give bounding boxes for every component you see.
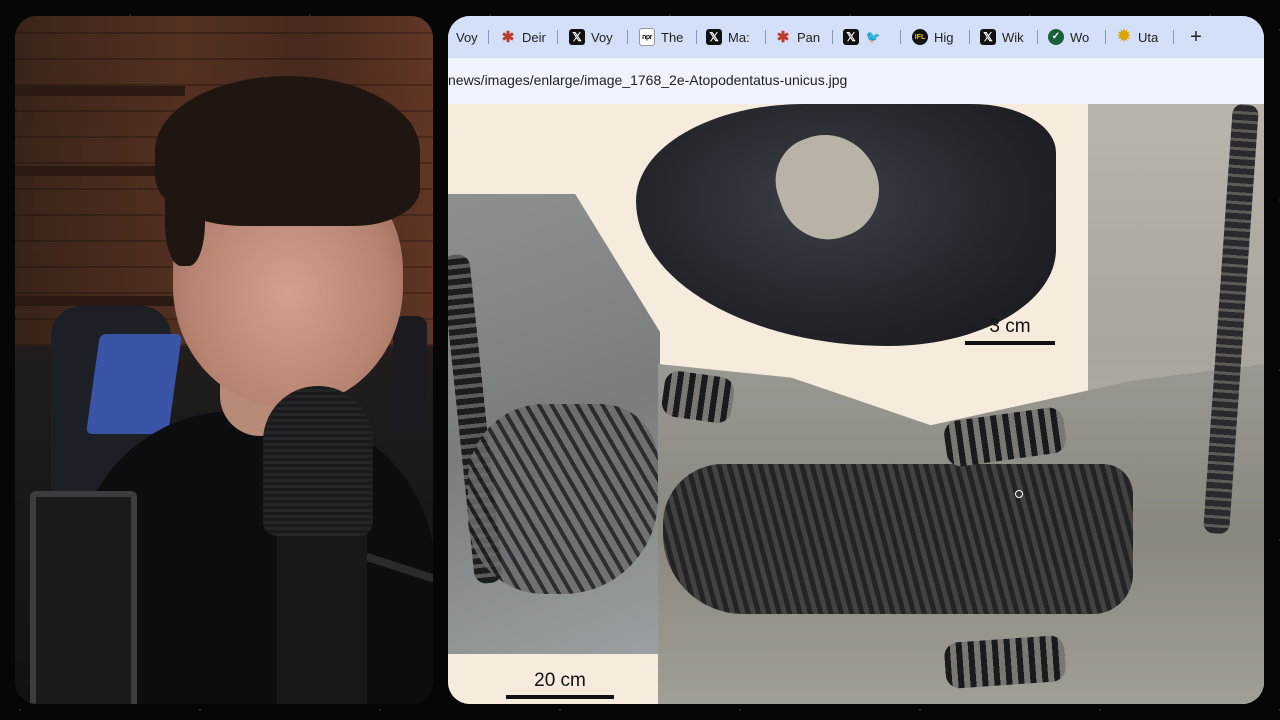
tab-label: Wik [1002, 29, 1024, 45]
address-bar[interactable]: news/images/enlarge/image_1768_2e-Atopod… [448, 58, 1264, 104]
tab-label: Uta [1138, 29, 1159, 45]
tab-label: The [661, 29, 684, 45]
webcam-feed [15, 16, 433, 704]
tab-divider [1173, 30, 1174, 44]
tab-divider [765, 30, 766, 44]
tab-label: Ma: [728, 29, 750, 45]
tab-deir[interactable]: ✱ Deir [500, 25, 546, 49]
monitor [30, 491, 137, 704]
scale-label: 20 cm [534, 670, 586, 691]
tab-label: Pan [797, 29, 821, 45]
tab-divider [627, 30, 628, 44]
tab-label: Voy [591, 29, 613, 45]
new-tab-button[interactable]: + [1184, 25, 1208, 49]
tab-divider [1037, 30, 1038, 44]
tab-x-bird[interactable]: 𝕏 🐦 [843, 25, 891, 49]
npr-logo-icon: npr [639, 28, 655, 46]
iflscience-logo-icon: IFL [912, 29, 928, 45]
tab-uta[interactable]: ✹ Uta [1116, 25, 1166, 49]
bird-icon: 🐦 [865, 30, 881, 44]
tab-divider [969, 30, 970, 44]
tab-voy-2[interactable]: 𝕏 Voy [569, 25, 615, 49]
tab-hig[interactable]: IFL Hig [912, 25, 958, 49]
sun-logo-icon: ✹ [1117, 28, 1131, 45]
tab-label: Voy [456, 29, 478, 45]
tab-divider [696, 30, 697, 44]
tab-label: Hig [934, 29, 954, 45]
fossil-foot [943, 634, 1067, 690]
fossil-ribs [468, 404, 658, 594]
science-logo-icon: ✓ [1048, 29, 1064, 45]
tab-wik[interactable]: 𝕏 Wik [980, 25, 1026, 49]
scale-bar-3cm: 3 cm [965, 316, 1055, 345]
chair-side [393, 316, 427, 436]
chair-stripe [85, 334, 183, 434]
tab-strip: Voy ✱ Deir 𝕏 Voy npr The 𝕏 Ma: ✱ Pan 𝕏 🐦… [448, 16, 1264, 58]
shelf [15, 86, 185, 96]
scale-line [506, 695, 614, 699]
shelf [15, 296, 185, 306]
tab-divider [832, 30, 833, 44]
mouse-cursor [1015, 490, 1023, 498]
tab-divider [900, 30, 901, 44]
tab-divider [488, 30, 489, 44]
x-logo-icon: 𝕏 [706, 29, 722, 45]
tab-label: Deir [522, 29, 546, 45]
scale-label: 3 cm [989, 316, 1031, 337]
tab-the[interactable]: npr The [639, 25, 685, 49]
x-logo-icon: 𝕏 [980, 29, 996, 45]
url-text[interactable]: news/images/enlarge/image_1768_2e-Atopod… [448, 72, 847, 88]
tab-divider [1105, 30, 1106, 44]
x-logo-icon: 𝕏 [569, 29, 585, 45]
tab-ma[interactable]: 𝕏 Ma: [706, 25, 752, 49]
tab-divider [557, 30, 558, 44]
tab-label: Wo [1070, 29, 1090, 45]
fossil-body [663, 464, 1133, 614]
fossil-image: 3 cm 20 cm [448, 104, 1264, 704]
browser-window: Voy ✱ Deir 𝕏 Voy npr The 𝕏 Ma: ✱ Pan 𝕏 🐦… [448, 16, 1264, 704]
red-star-icon: ✱ [501, 28, 515, 46]
person-sideburn [165, 156, 205, 266]
tab-wo[interactable]: ✓ Wo [1048, 25, 1094, 49]
x-logo-icon: 𝕏 [843, 29, 859, 45]
scale-line [965, 341, 1055, 345]
tab-voy-1[interactable]: Voy [456, 25, 490, 49]
mic-body [277, 516, 367, 704]
tab-pan[interactable]: ✱ Pan [775, 25, 821, 49]
microphone [263, 386, 373, 536]
scale-bar-20cm: 20 cm [506, 670, 614, 699]
fossil-foot [660, 369, 736, 425]
red-star-icon: ✱ [776, 28, 790, 46]
